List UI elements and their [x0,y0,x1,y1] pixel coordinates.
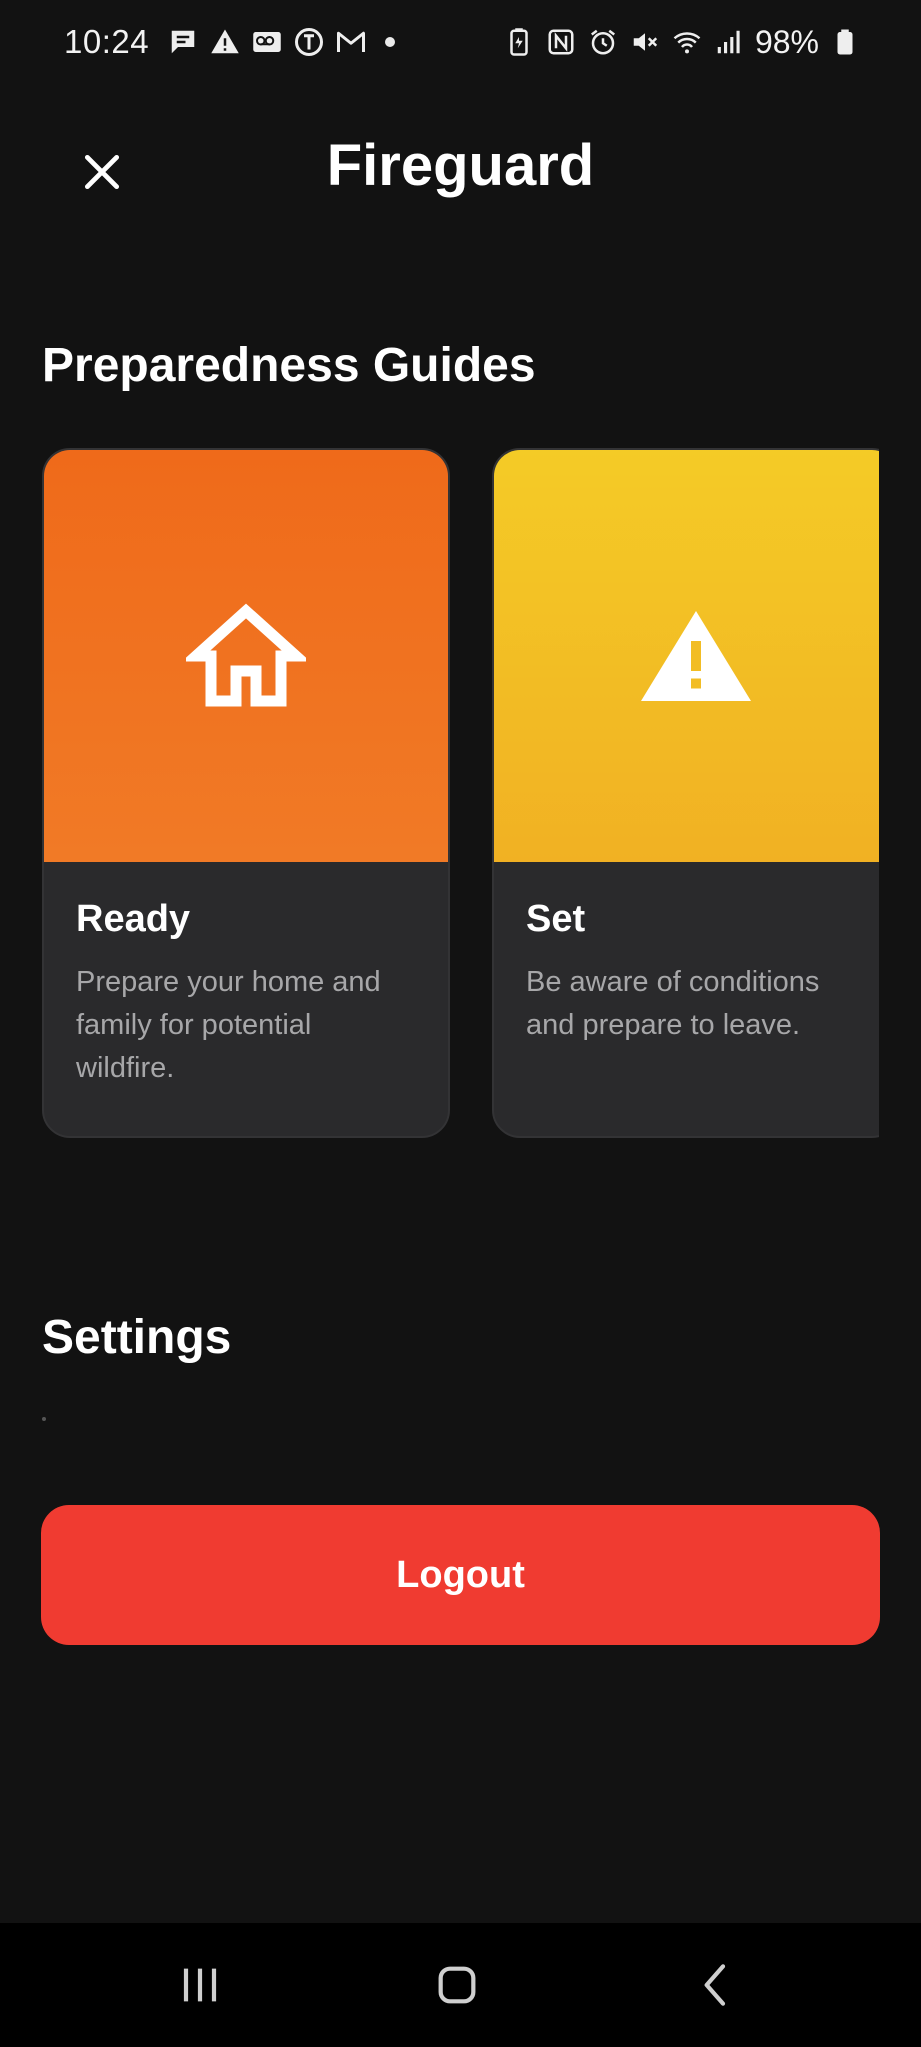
warning-icon [641,611,751,701]
nfc-icon [545,26,577,58]
guide-card-hero [494,450,879,862]
app-title: Fireguard [326,133,595,198]
status-left: 10:24 [64,23,396,61]
home-button[interactable] [417,1953,497,2017]
home-button-icon [438,1966,476,2004]
nytimes-icon [293,26,325,58]
battery-saver-icon [503,26,535,58]
chat-icon [167,26,199,58]
guide-card-title: Set [526,898,586,940]
back-icon [704,1964,726,2006]
gmail-icon [335,26,367,58]
app-header: Fireguard [0,110,921,230]
navigation-bar [0,1923,921,2047]
alarm-icon [587,26,619,58]
app-screen: 10:24 98% Fireguard Preparedness Guides … [0,0,921,2047]
mute-icon [629,26,661,58]
battery-percent: 98% [754,23,819,60]
battery-icon [829,26,861,58]
logout-button[interactable]: Logout [41,1505,880,1645]
guide-card-body: Ready Prepare your home and family for p… [44,862,448,1090]
wifi-icon [671,26,703,58]
guide-card-body: Set Be aware of conditions and prepare t… [494,862,879,1047]
back-button[interactable] [676,1953,756,2017]
status-bar: 10:24 98% [0,0,921,84]
guide-card-set[interactable]: Set Be aware of conditions and prepare t… [492,448,879,1138]
home-icon [186,603,306,707]
recents-icon [183,1968,217,2002]
signal-icon [713,26,745,58]
status-time: 10:24 [64,23,150,60]
guide-card-ready[interactable]: Ready Prepare your home and family for p… [42,448,450,1138]
guides-carousel[interactable]: Ready Prepare your home and family for p… [42,448,879,1140]
guides-section-title: Preparedness Guides [42,339,536,392]
guide-card-description: Prepare your home and family for potenti… [76,966,381,1084]
notification-dot [385,37,396,47]
warning-icon [209,26,241,58]
voicemail-icon [251,26,283,58]
status-right: 98% [503,24,861,61]
guide-card-title: Ready [76,898,191,940]
recents-button[interactable] [160,1953,240,2017]
guide-card-hero [44,450,448,862]
guide-card-description: Be aware of conditions and prepare to le… [526,966,820,1041]
settings-placeholder [42,1417,46,1421]
settings-section-title: Settings [42,1311,232,1364]
